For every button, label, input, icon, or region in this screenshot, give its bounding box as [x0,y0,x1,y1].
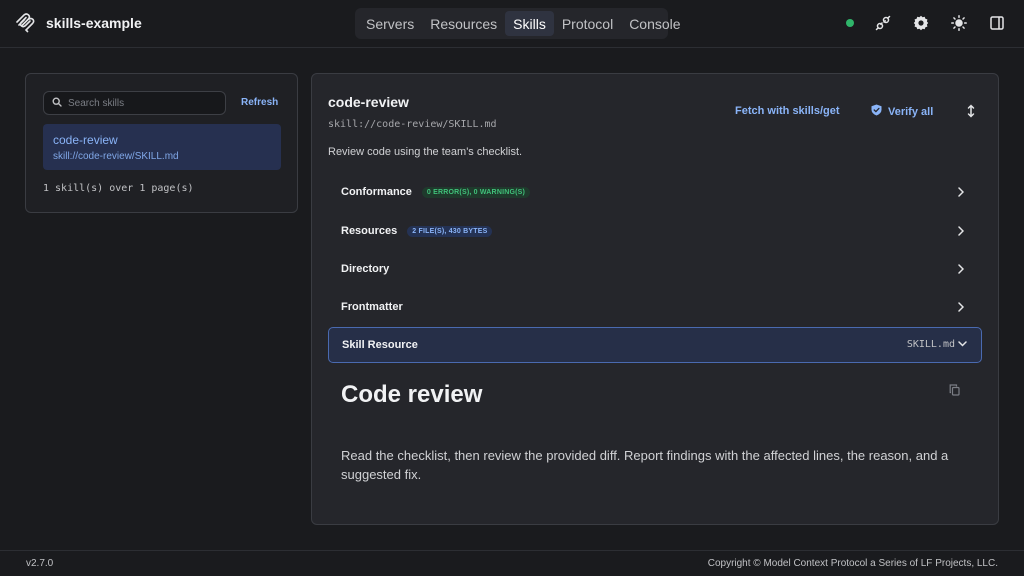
expand-collapse-icon[interactable] [964,102,978,120]
verify-all-label: Verify all [888,105,934,118]
section-label: Conformance [341,186,412,198]
chevron-right-icon [958,301,968,313]
section-label: Skill Resource [342,339,418,351]
app-header: skills-example Servers Resources Skills … [0,0,1024,48]
tab-servers[interactable]: Servers [358,11,422,36]
section-resources[interactable]: Resources 2 FILE(S), 430 BYTES [328,213,982,249]
resources-badge: 2 FILE(S), 430 BYTES [407,225,493,237]
section-directory[interactable]: Directory [328,251,982,287]
section-label: Frontmatter [341,301,403,313]
chevron-right-icon [958,186,968,198]
app-footer: v2.7.0 Copyright © Model Context Protoco… [0,550,1024,576]
tab-console[interactable]: Console [621,11,688,36]
chevron-down-icon [958,339,967,350]
file-select-value: SKILL.md [906,339,955,350]
skill-detail-panel: code-review skill://code-review/SKILL.md… [311,73,999,525]
header-actions [846,14,1006,32]
conformance-badge: 0 ERROR(S), 0 WARNING(S) [421,186,531,198]
section-frontmatter[interactable]: Frontmatter [328,289,982,325]
skill-description: Review code using the team's checklist. [328,146,523,158]
section-label: Directory [341,263,390,275]
copyright-text: Copyright © Model Context Protocol a Ser… [707,558,998,569]
copy-icon[interactable] [949,384,961,398]
search-box [43,91,226,115]
skills-list-panel: Refresh code-review skill://code-review/… [25,73,298,213]
plug-icon[interactable] [874,14,892,32]
search-input[interactable] [68,97,218,109]
mcp-logo-icon [14,12,36,34]
chevron-right-icon [958,225,968,237]
skill-uri: skill://code-review/SKILL.md [53,151,179,162]
skill-uri: skill://code-review/SKILL.md [328,119,497,130]
chevron-right-icon [958,263,968,275]
sun-icon[interactable] [950,14,968,32]
tab-resources[interactable]: Resources [422,11,505,36]
section-label: Resources [341,225,398,237]
version-label: v2.7.0 [26,558,54,569]
skill-list-item[interactable]: code-review skill://code-review/SKILL.md [43,124,281,170]
section-conformance[interactable]: Conformance 0 ERROR(S), 0 WARNING(S) [328,174,982,210]
tab-protocol[interactable]: Protocol [554,11,621,36]
markdown-body: Read the checklist, then review the prov… [341,448,949,482]
search-icon [52,96,62,110]
tab-skills[interactable]: Skills [505,11,554,36]
file-select[interactable]: SKILL.md [907,339,967,350]
markdown-heading: Code review [341,381,483,408]
verify-all-button[interactable]: Verify all [871,104,933,119]
skills-summary: 1 skill(s) over 1 page(s) [43,183,194,194]
shield-check-icon [871,104,882,119]
main-nav: Servers Resources Skills Protocol Consol… [355,8,681,39]
brand[interactable]: skills-example [14,12,142,34]
connection-status-indicator [846,19,854,27]
refresh-button[interactable]: Refresh [241,97,278,108]
skill-name: code-review [53,133,118,147]
skill-title: code-review [328,94,409,110]
gear-icon[interactable] [912,14,930,32]
fetch-skill-button[interactable]: Fetch with skills/get [735,105,840,117]
app-name: skills-example [46,15,142,31]
panel-toggle-icon[interactable] [988,14,1006,32]
section-skill-resource[interactable]: Skill Resource SKILL.md [328,327,982,363]
